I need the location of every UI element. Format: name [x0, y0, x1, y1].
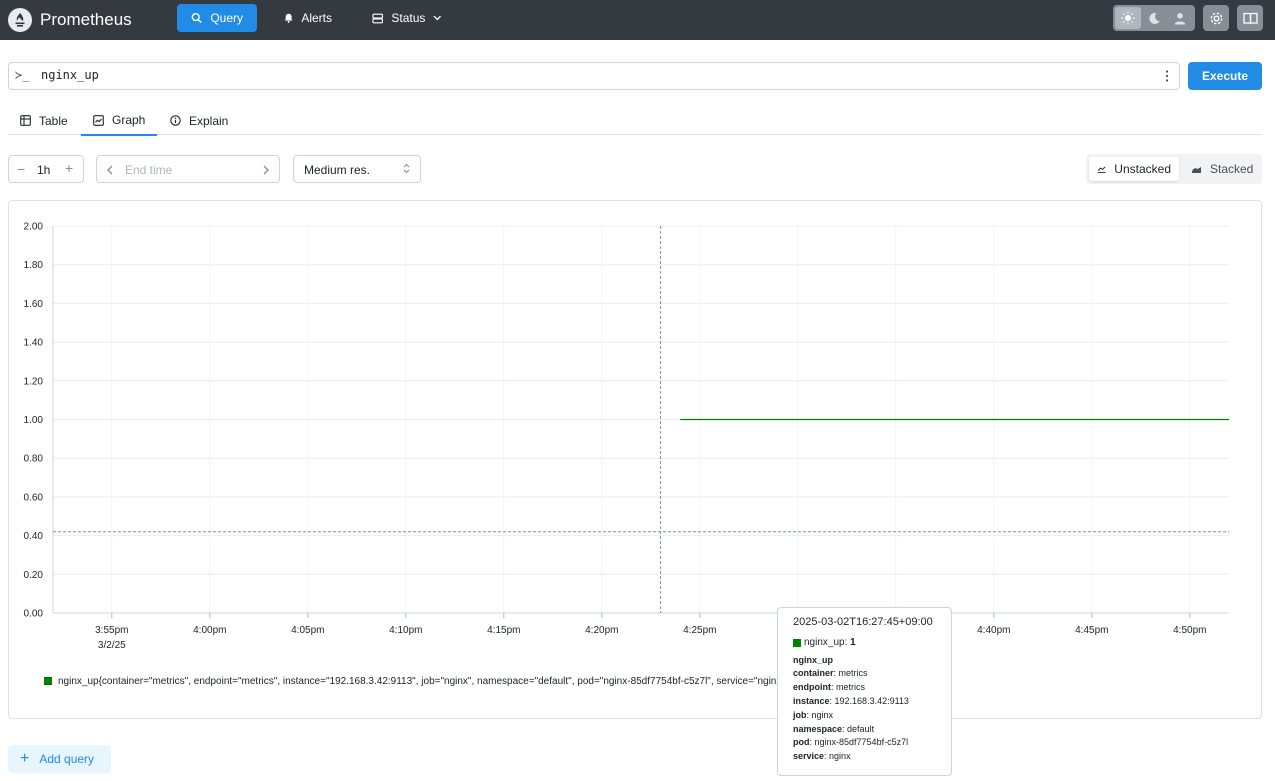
- tooltip-label-value: nginx: [811, 709, 834, 720]
- y-tick-label: 0.60: [24, 492, 44, 503]
- tooltip-label-value: default: [847, 723, 875, 734]
- x-tick-label: 4:40pm: [977, 625, 1010, 636]
- add-query-label: Add query: [39, 752, 95, 766]
- add-query-button[interactable]: + Add query: [8, 745, 111, 773]
- y-tick-label: 1.40: [24, 338, 44, 349]
- x-tick-label: 3:55pm: [95, 625, 128, 636]
- tooltip-label-value: metrics: [836, 682, 866, 693]
- chart-tooltip: 2025-03-02T16:27:45+09:00 nginx_up: 1 ng…: [777, 607, 952, 776]
- legend-swatch: [44, 677, 52, 685]
- x-tick-label: 4:50pm: [1173, 625, 1206, 636]
- x-tick-label: 4:10pm: [389, 625, 422, 636]
- tooltip-label-key: service: [793, 751, 825, 762]
- x-tick-label: 4:05pm: [291, 625, 324, 636]
- tooltip-label-row: instance: 192.168.3.42:9113: [793, 695, 909, 706]
- tooltip-label-key: job: [793, 709, 807, 720]
- tooltip-label-row: namespace: default: [793, 723, 875, 734]
- tooltip-label-row: pod: nginx-85df7754bf-c5z7l: [793, 737, 909, 748]
- tooltip-label-row: service: nginx: [793, 751, 851, 762]
- tooltip-label-value: nginx-85df7754bf-c5z7l: [814, 737, 909, 748]
- tooltip-label-key: namespace: [793, 723, 843, 734]
- tooltip-label-value: 192.168.3.42:9113: [834, 695, 909, 706]
- legend-series-label[interactable]: nginx_up{container="metrics", endpoint="…: [58, 676, 784, 687]
- time-series-chart[interactable]: 0.00 0.20 0.40 0.60 0.80 1.00 1.20 1.40 1.60 1.80…: [0, 0, 1275, 660]
- y-tick-label: 0.80: [24, 454, 44, 465]
- chart-legend[interactable]: nginx_up{container="metrics", endpoint="…: [44, 674, 784, 688]
- tooltip-series: nginx_up: 1: [793, 636, 951, 650]
- x-tick-label: 4:45pm: [1075, 625, 1108, 636]
- y-tick-label: 0.40: [24, 531, 44, 542]
- plus-icon: +: [20, 750, 30, 767]
- tooltip-label-key: pod: [793, 737, 810, 748]
- tooltip-label-row: container: metrics: [793, 668, 868, 679]
- tooltip-label-value: nginx: [829, 751, 851, 762]
- x-tick-label: 4:15pm: [487, 625, 520, 636]
- y-tick-label: 2.00: [24, 222, 44, 233]
- y-tick-label: 1.20: [24, 376, 44, 387]
- x-tick-label: 4:20pm: [585, 625, 618, 636]
- y-tick-label: 1.80: [24, 260, 44, 271]
- tooltip-series-label: nginx_up:: [804, 636, 848, 648]
- tooltip-label-row: endpoint: metrics: [793, 682, 866, 693]
- tooltip-metric-name: nginx_up: [793, 654, 833, 665]
- tooltip-timestamp: 2025-03-02T16:27:45+09:00: [793, 616, 933, 628]
- tooltip-label-key: instance: [793, 695, 830, 706]
- y-tick-label: 1.60: [24, 299, 44, 310]
- tooltip-label-key: container: [793, 668, 834, 679]
- tooltip-label-key: endpoint: [793, 682, 831, 693]
- tooltip-series-value: 1: [850, 636, 856, 648]
- x-tick-label: 4:25pm: [683, 625, 716, 636]
- tooltip-swatch: [793, 638, 801, 647]
- x-tick-label: 4:00pm: [193, 625, 226, 636]
- y-tick-label: 0.20: [24, 570, 44, 581]
- tooltip-label-value: metrics: [838, 668, 868, 679]
- y-tick-label: 0.00: [24, 609, 44, 620]
- y-tick-label: 1.00: [24, 415, 44, 426]
- tooltip-label-row: job: nginx: [793, 709, 834, 720]
- x-tick-date-label: 3/2/25: [98, 640, 126, 651]
